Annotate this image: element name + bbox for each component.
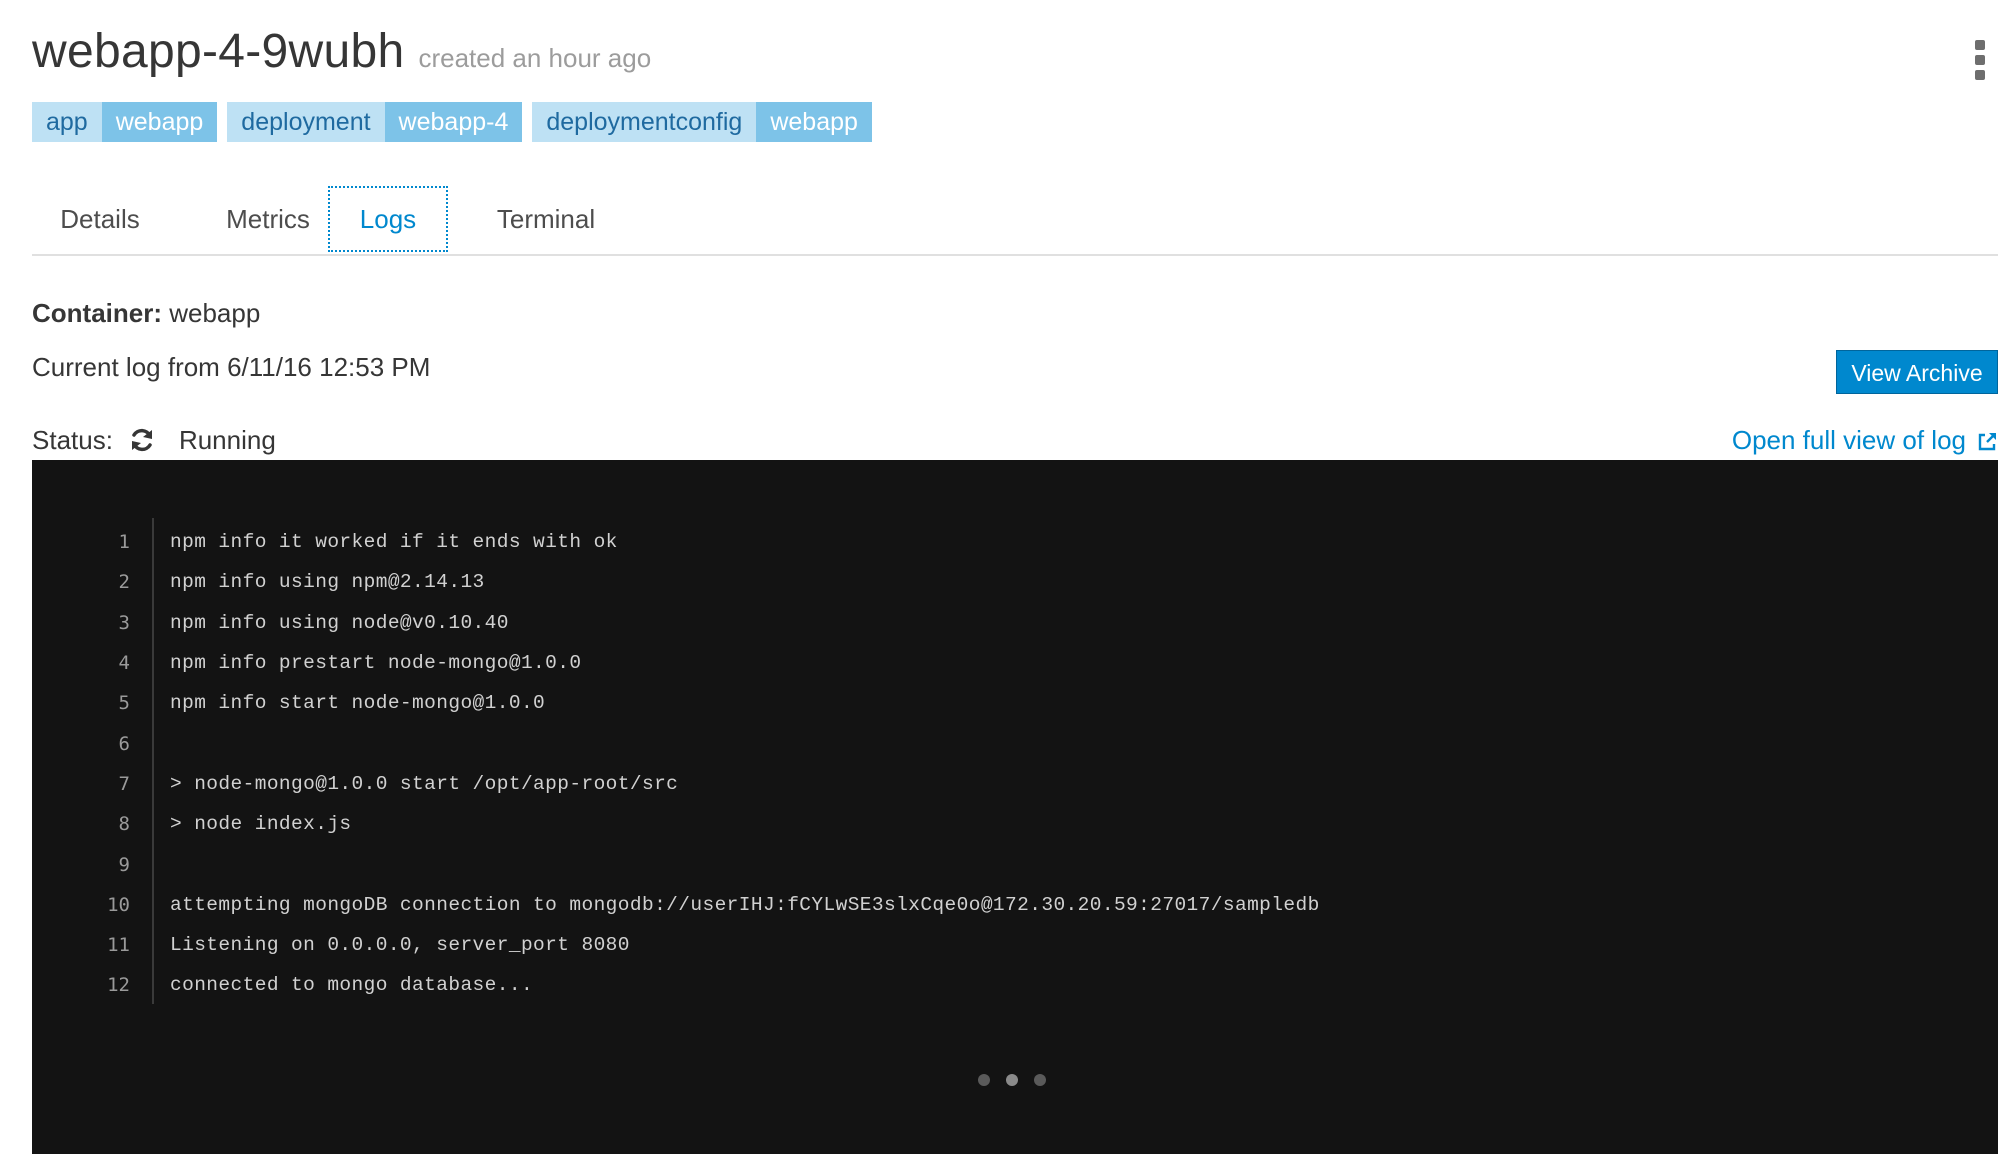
open-full-log-link[interactable]: Open full view of log xyxy=(1732,420,1998,460)
tab-details[interactable]: Details xyxy=(32,186,168,252)
open-full-log-label[interactable]: Open full view of log xyxy=(1732,425,1966,456)
page-title: webapp-4-9wubh xyxy=(32,25,405,78)
refresh-icon xyxy=(127,425,157,455)
log-line: 10 attempting mongoDB connection to mongo… xyxy=(32,885,1998,925)
log-line: 1 npm info it worked if it ends with ok xyxy=(32,522,1998,562)
loading-dots-icon xyxy=(978,1074,1046,1086)
label-key[interactable]: deploymentconfig xyxy=(532,102,757,142)
container-value: webapp xyxy=(169,298,261,328)
page-header: webapp-4-9wubh created an hour ago xyxy=(32,24,651,84)
label-value[interactable]: webapp-4 xyxy=(384,102,523,142)
pod-details-page: webapp-4-9wubh created an hour ago app w… xyxy=(32,0,1998,1158)
log-line-text: connected to mongo database... xyxy=(170,974,534,997)
label-value[interactable]: webapp xyxy=(101,102,218,142)
log-line-number: 2 xyxy=(118,571,130,594)
tab-logs[interactable]: Logs xyxy=(328,186,448,252)
log-line-number: 1 xyxy=(118,531,130,554)
status-value: Running xyxy=(178,424,276,455)
log-line: 8 > node index.js xyxy=(32,804,1998,844)
tab-bar: Details Metrics Logs Terminal xyxy=(32,186,1998,256)
log-line: 12 connected to mongo database... xyxy=(32,965,1998,1005)
log-line-number: 3 xyxy=(118,611,130,634)
status-row: Status: Running xyxy=(32,420,276,460)
log-line-number: 7 xyxy=(118,772,130,795)
label-key[interactable]: app xyxy=(32,102,102,142)
log-line-text: > node index.js xyxy=(170,813,352,836)
log-line-text: npm info it worked if it ends with ok xyxy=(170,531,618,554)
log-line-text: npm info start node-mongo@1.0.0 xyxy=(170,692,546,715)
log-line-number: 5 xyxy=(118,692,130,715)
log-line: 2 npm info using npm@2.14.13 xyxy=(32,562,1998,602)
label-key[interactable]: deployment xyxy=(227,102,385,142)
label-deployment[interactable]: deployment webapp-4 xyxy=(227,102,523,142)
view-archive-button[interactable]: View Archive xyxy=(1836,350,1998,394)
log-line: 5 npm info start node-mongo@1.0.0 xyxy=(32,683,1998,723)
label-app[interactable]: app webapp xyxy=(32,102,218,142)
log-line-number: 11 xyxy=(107,934,130,957)
log-line: 7 > node-mongo@1.0.0 start /opt/app-root/… xyxy=(32,764,1998,804)
log-line: 3 npm info using node@v0.10.40 xyxy=(32,603,1998,643)
log-timestamp: Current log from 6/11/16 12:53 PM xyxy=(32,352,431,382)
label-value[interactable]: webapp xyxy=(756,102,872,142)
container-label: Container: xyxy=(32,298,162,328)
tab-terminal[interactable]: Terminal xyxy=(472,186,620,252)
log-line-number: 10 xyxy=(107,893,130,916)
log-line-number: 8 xyxy=(118,813,130,836)
created-timestamp: created an hour ago xyxy=(418,43,652,73)
log-line: 9 xyxy=(32,844,1998,884)
log-line-text: Listening on 0.0.0.0, server_port 8080 xyxy=(170,934,630,957)
log-line-number: 12 xyxy=(107,974,130,997)
log-line: 4 npm info prestart node-mongo@1.0.0 xyxy=(32,643,1998,683)
log-line: 11 Listening on 0.0.0.0, server_port 8080 xyxy=(32,925,1998,965)
log-viewer[interactable]: 1 npm info it worked if it ends with ok 2… xyxy=(32,460,1998,1154)
log-lines: 1 npm info it worked if it ends with ok 2… xyxy=(32,522,1998,1006)
log-line-text: npm info prestart node-mongo@1.0.0 xyxy=(170,652,582,675)
log-line: 6 xyxy=(32,723,1998,763)
log-line-number: 6 xyxy=(118,732,130,755)
container-info: Container: webapp xyxy=(32,298,260,329)
log-line-text: npm info using node@v0.10.40 xyxy=(170,611,509,634)
actions-kebab-icon[interactable] xyxy=(1968,40,1992,80)
log-line-text: attempting mongoDB connection to mongodb… xyxy=(170,893,1320,916)
tab-metrics[interactable]: Metrics xyxy=(200,186,336,252)
external-link-icon[interactable] xyxy=(1976,429,1998,451)
status-label: Status: xyxy=(32,424,113,455)
log-line-text: npm info using npm@2.14.13 xyxy=(170,571,485,594)
log-line-text: > node-mongo@1.0.0 start /opt/app-root/s… xyxy=(170,772,679,795)
log-line-number: 9 xyxy=(118,853,130,876)
log-line-number: 4 xyxy=(118,652,130,675)
labels-list: app webapp deployment webapp-4 deploymen… xyxy=(32,102,872,142)
label-deploymentconfig[interactable]: deploymentconfig webapp xyxy=(532,102,872,142)
